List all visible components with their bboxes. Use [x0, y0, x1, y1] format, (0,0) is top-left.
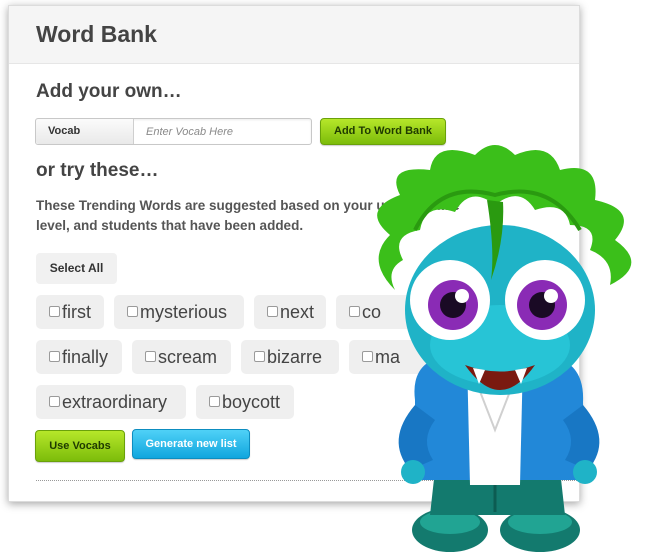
- add-your-own-heading: Add your own…: [36, 81, 182, 102]
- try-these-heading: or try these…: [36, 160, 159, 181]
- word-checkbox[interactable]: [254, 350, 265, 362]
- word-label: boycott: [222, 392, 281, 412]
- word-chip-scream[interactable]: scream: [132, 340, 231, 374]
- select-all-button[interactable]: Select All: [36, 253, 117, 284]
- word-chip-finally[interactable]: finally: [36, 340, 122, 374]
- panel-title: Word Bank: [36, 21, 157, 47]
- word-label: next: [280, 302, 315, 322]
- use-vocabs-button[interactable]: Use Vocabs: [35, 430, 125, 462]
- word-chip-bizarre[interactable]: bizarre: [241, 340, 339, 374]
- word-chip-boycott[interactable]: boycott: [196, 385, 294, 419]
- word-checkbox[interactable]: [49, 395, 60, 407]
- word-label: finally: [62, 347, 109, 367]
- word-chip-extraordinary[interactable]: extraordinary: [36, 385, 186, 419]
- word-checkbox[interactable]: [145, 350, 156, 362]
- word-checkbox[interactable]: [49, 305, 60, 317]
- word-label: extraordinary: [62, 392, 168, 412]
- word-label: first: [62, 302, 91, 322]
- word-checkbox[interactable]: [127, 305, 138, 317]
- vocab-label: Vocab: [36, 119, 134, 144]
- word-chip-mysterious[interactable]: mysterious: [114, 295, 244, 329]
- panel-header: Word Bank: [9, 6, 579, 64]
- word-label: scream: [158, 347, 218, 367]
- word-checkbox[interactable]: [49, 350, 60, 362]
- monster-mascot-icon: [377, 145, 632, 552]
- vocab-input[interactable]: [135, 119, 310, 144]
- word-checkbox[interactable]: [267, 305, 278, 317]
- word-chip-first[interactable]: first: [36, 295, 104, 329]
- word-checkbox[interactable]: [209, 395, 220, 407]
- generate-new-list-button[interactable]: Generate new list: [132, 429, 250, 459]
- word-label: mysterious: [140, 302, 228, 322]
- word-label: bizarre: [267, 347, 323, 367]
- vocab-input-group: Vocab: [35, 118, 312, 145]
- word-chip-next[interactable]: next: [254, 295, 326, 329]
